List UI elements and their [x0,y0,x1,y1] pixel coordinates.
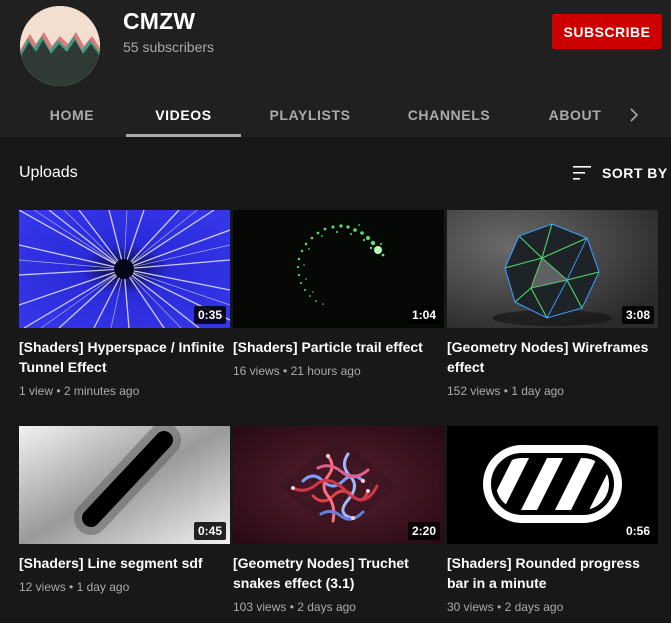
video-age: 1 day ago [76,580,130,594]
video-meta: 16 views • 21 hours ago [233,364,361,378]
video-views: 16 views [233,364,280,378]
chevron-right-icon [630,107,639,122]
video-thumbnail[interactable]: 2:20 [233,426,444,544]
video-duration: 3:08 [621,306,654,324]
video-thumbnail[interactable]: 3:08 [447,210,658,328]
video-duration: 0:35 [193,306,226,324]
video-thumbnail[interactable]: 0:45 [19,426,230,544]
video-title[interactable]: [Shaders] Rounded progress bar in a minu… [447,553,658,593]
tab-home[interactable]: HOME [32,92,112,137]
tabs-scroll-right-button[interactable] [618,92,650,137]
sort-by-label: SORT BY [602,165,668,181]
video-meta: 152 views • 1 day ago [447,384,564,398]
tab-about[interactable]: ABOUT [535,92,615,137]
video-meta: 103 views • 2 days ago [233,600,356,614]
video-meta: 30 views • 2 days ago [447,600,564,614]
video-card[interactable]: 0:56 [Shaders] Rounded progress bar in a… [447,426,658,614]
tab-channels[interactable]: CHANNELS [391,92,507,137]
sort-by-button[interactable]: SORT BY [572,161,668,185]
channel-header: CMZW 55 subscribers SUBSCRIBE HOME VIDEO… [0,0,671,137]
channel-avatar[interactable] [20,6,100,86]
video-card[interactable]: 1:04 [Shaders] Particle trail effect 16 … [233,210,444,378]
video-views: 30 views [447,600,494,614]
video-card[interactable]: 0:35 [Shaders] Hyperspace / Infinite Tun… [19,210,230,398]
video-card[interactable]: 3:08 [Geometry Nodes] Wireframes effect … [447,210,658,398]
video-meta: 12 views • 1 day ago [19,580,130,594]
video-card[interactable]: 0:45 [Shaders] Line segment sdf 12 views… [19,426,230,594]
video-views: 103 views [233,600,287,614]
video-title[interactable]: [Shaders] Hyperspace / Infinite Tunnel E… [19,337,230,377]
video-age: 2 days ago [297,600,356,614]
active-tab-indicator [126,134,241,137]
subscriber-count: 55 subscribers [123,39,215,55]
video-views: 152 views [447,384,501,398]
video-thumbnail[interactable]: 1:04 [233,210,444,328]
video-views: 1 view [19,384,54,398]
video-age: 21 hours ago [290,364,361,378]
video-duration: 0:56 [621,522,654,540]
mountain-logo [20,6,100,86]
video-duration: 0:45 [193,522,226,540]
video-card[interactable]: 2:20 [Geometry Nodes] Truchet snakes eff… [233,426,444,614]
subscribe-button[interactable]: SUBSCRIBE [552,14,662,49]
channel-name: CMZW [123,8,196,34]
tab-videos[interactable]: VIDEOS [126,92,241,137]
section-title: Uploads [19,164,78,181]
sort-icon [573,166,591,180]
video-meta: 1 view • 2 minutes ago [19,384,140,398]
video-title[interactable]: [Shaders] Line segment sdf [19,553,230,573]
video-title[interactable]: [Shaders] Particle trail effect [233,337,444,357]
video-title[interactable]: [Geometry Nodes] Truchet snakes effect (… [233,553,444,593]
video-age: 2 days ago [504,600,564,614]
video-duration: 1:04 [407,306,440,324]
tab-videos-label: VIDEOS [155,106,212,123]
tab-playlists[interactable]: PLAYLISTS [255,92,365,137]
video-thumbnail[interactable]: 0:56 [447,426,658,544]
video-duration: 2:20 [407,522,440,540]
video-title[interactable]: [Geometry Nodes] Wireframes effect [447,337,658,377]
video-age: 2 minutes ago [63,384,140,398]
channel-tabs: HOME VIDEOS PLAYLISTS CHANNELS ABOUT [0,92,671,137]
video-thumbnail[interactable]: 0:35 [19,210,230,328]
video-age: 1 day ago [511,384,564,398]
video-views: 12 views [19,580,66,594]
